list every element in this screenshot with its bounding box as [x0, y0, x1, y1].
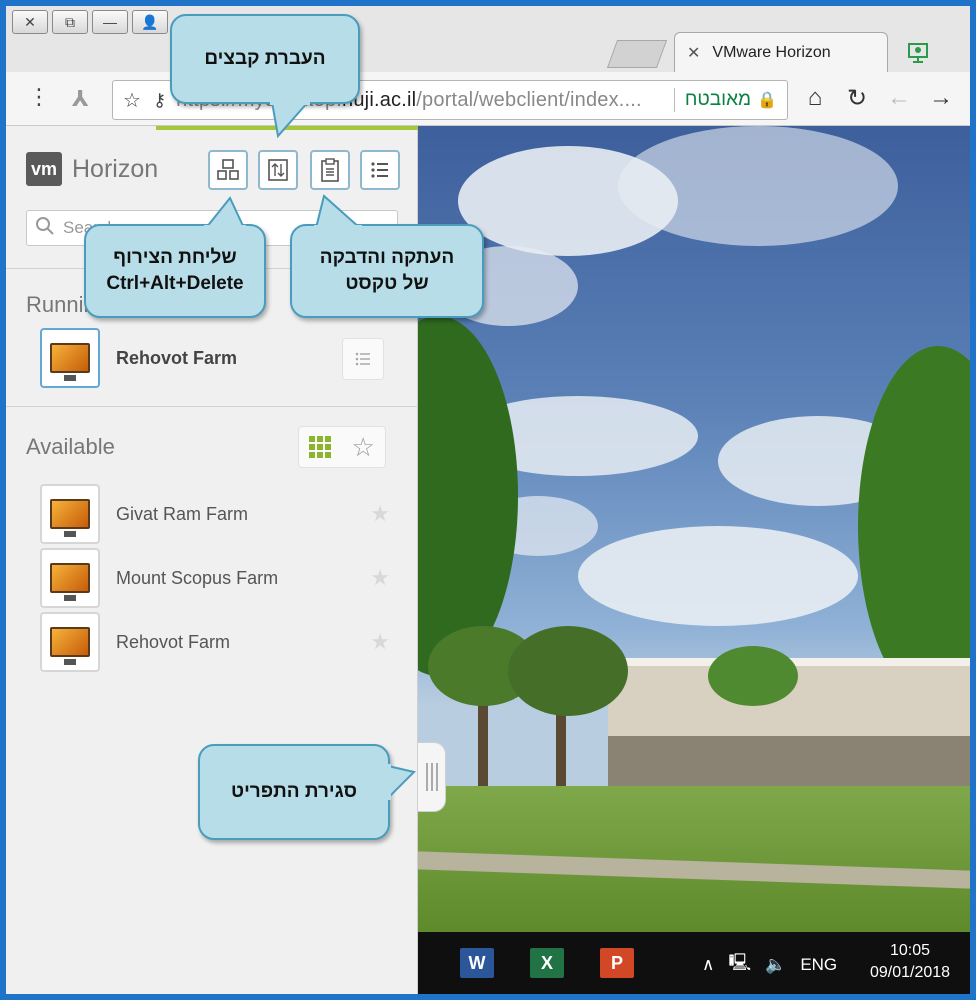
callout-tail	[387, 764, 416, 801]
tree	[858, 346, 970, 706]
new-tab-button[interactable]	[606, 40, 668, 68]
bookmark-star-icon[interactable]: ☆	[123, 88, 141, 113]
restore-window-button[interactable]: ⧉	[52, 10, 88, 34]
available-desktop-item[interactable]: Rehovot Farm ★	[40, 612, 400, 672]
available-section-title: Available	[26, 434, 115, 459]
key-icon[interactable]: ⚷	[153, 90, 166, 111]
monitor-icon	[50, 343, 90, 381]
desktop-thumbnail	[40, 548, 100, 608]
list-icon	[355, 352, 370, 366]
search-icon	[35, 216, 55, 241]
building	[608, 736, 970, 786]
powerpoint-icon[interactable]: P	[600, 948, 634, 978]
tab-close-icon[interactable]: ✕	[687, 43, 700, 63]
file-transfer-button[interactable]	[258, 150, 298, 190]
callout-send-ctrl-alt-del: שליחת הצירוף Ctrl+Alt+Delete	[84, 224, 266, 318]
tab-vmware-horizon[interactable]: ✕ VMware Horizon	[674, 32, 888, 72]
logo-text: Horizon	[72, 154, 159, 183]
available-desktop-item[interactable]: Mount Scopus Farm ★	[40, 548, 400, 608]
secure-label[interactable]: מאובטח	[685, 89, 751, 111]
collapse-sidebar-handle[interactable]	[418, 742, 446, 812]
list-icon	[371, 162, 388, 178]
window-controls: ✕ ⧉ — 👤	[12, 10, 168, 34]
palm-tree	[508, 626, 628, 716]
tree	[418, 316, 518, 676]
tab-title: VMware Horizon	[712, 43, 831, 61]
favorite-star-icon[interactable]: ★	[370, 629, 390, 655]
word-icon[interactable]: W	[460, 948, 494, 978]
desktop-thumbnail	[40, 612, 100, 672]
send-ctrl-alt-del-button[interactable]	[208, 150, 248, 190]
callout-tail	[203, 196, 246, 229]
cloud	[578, 526, 858, 626]
profile-button[interactable]: 👤	[132, 10, 168, 34]
callout-send-line2: Ctrl+Alt+Delete	[106, 273, 244, 294]
reload-icon[interactable]: ↻	[844, 84, 870, 113]
network-icon[interactable]: 🖳	[728, 950, 751, 979]
close-window-button[interactable]: ✕	[12, 10, 48, 34]
desktop-name: Rehovot Farm	[116, 631, 231, 652]
callout-file-transfer: העברת קבצים	[170, 14, 360, 104]
desktop-thumbnail	[40, 484, 100, 544]
callout-send-line1: שליחת הצירוף	[113, 247, 237, 268]
desktop-name: Rehovot Farm	[116, 347, 238, 368]
favorites-star-icon[interactable]: ☆	[352, 432, 375, 463]
remote-desktop-view[interactable]	[418, 126, 970, 932]
palm-tree	[708, 646, 798, 706]
navigation-buttons: ⌂ ↻ ← →	[802, 84, 954, 113]
desktop-thumbnail	[40, 328, 100, 388]
favorite-star-icon[interactable]: ★	[370, 565, 390, 591]
system-tray: ∧ 🖳 🔈 ENG	[702, 950, 837, 979]
horizon-logo: vm Horizon	[26, 152, 158, 186]
home-icon[interactable]: ⌂	[802, 84, 828, 113]
grid-view-icon[interactable]	[309, 436, 332, 458]
desktop-name: Mount Scopus Farm	[116, 567, 279, 588]
excel-icon[interactable]: X	[530, 948, 564, 978]
callout-copy-paste: העתקה והדבקה של טקסט	[290, 224, 484, 318]
back-icon[interactable]: ←	[886, 84, 912, 113]
volume-icon[interactable]: 🔈	[765, 955, 786, 975]
minimize-window-button[interactable]: —	[92, 10, 128, 34]
vm-logo-badge: vm	[26, 152, 62, 186]
ctrl-alt-del-icon	[217, 159, 239, 180]
forward-icon[interactable]: →	[928, 84, 954, 113]
favorite-star-icon[interactable]: ★	[370, 501, 390, 527]
available-desktop-item[interactable]: Givat Ram Farm ★	[40, 484, 400, 544]
windows-taskbar: W X P ∧ 🖳 🔈 ENG 10:05 09/01/2018	[418, 932, 970, 994]
menu-icon[interactable]: ⋮	[28, 86, 50, 108]
callout-close-menu: סגירת התפריט	[198, 744, 390, 840]
clock-date: 09/01/2018	[869, 964, 951, 981]
lock-icon[interactable]: 🔒	[757, 90, 777, 110]
monitor-icon	[50, 563, 90, 601]
language-indicator[interactable]: ENG	[800, 955, 837, 975]
sidebar-menu-button[interactable]	[360, 150, 400, 190]
callout-tail	[314, 194, 363, 229]
title-bar: ✕ ⧉ — 👤 ✕ VMware Horizon	[6, 6, 970, 72]
clock[interactable]: 10:05 09/01/2018	[862, 940, 958, 984]
extension-icon[interactable]	[906, 40, 930, 66]
file-transfer-icon	[268, 159, 288, 181]
clipboard-icon	[321, 158, 339, 182]
view-toggle[interactable]: ☆	[298, 426, 386, 468]
copy-paste-button[interactable]	[310, 150, 350, 190]
desktop-name: Givat Ram Farm	[116, 503, 249, 524]
cloud	[618, 126, 898, 246]
omnibox-divider	[673, 88, 675, 112]
section-divider	[6, 406, 418, 407]
pdf-extension-icon[interactable]: ⅄	[72, 86, 89, 112]
clock-time: 10:05	[889, 942, 931, 959]
chevron-up-icon[interactable]: ∧	[702, 955, 714, 975]
callout-copy-line1: העתקה והדבקה	[319, 247, 455, 268]
callout-copy-line2: של טקסט	[345, 273, 429, 294]
callout-tail	[270, 101, 311, 139]
browser-toolbar: ⋮ ⅄ ☆ ⚷ https://mydesktop.huji.ac.il/por…	[6, 72, 970, 126]
url-path: /portal/webclient/index....	[416, 88, 642, 111]
monitor-icon	[50, 499, 90, 537]
running-item-menu-button[interactable]	[342, 338, 384, 380]
browser-window: ✕ ⧉ — 👤 ✕ VMware Horizon ⋮ ⅄ ☆ ⚷ https:/…	[0, 0, 976, 1000]
monitor-icon	[50, 627, 90, 665]
